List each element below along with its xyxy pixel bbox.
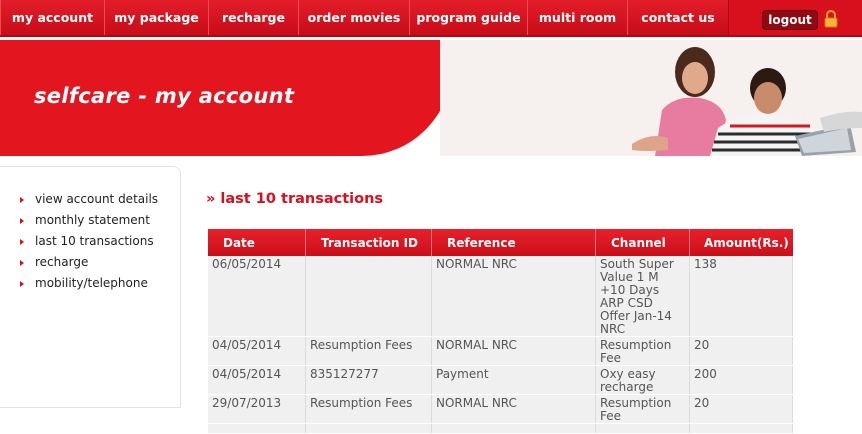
cell-date: 29/07/2013: [208, 394, 306, 424]
cell-amount: 20: [689, 394, 794, 424]
column-header-reference: Reference: [431, 229, 596, 256]
cell-transaction-id: [305, 423, 432, 434]
column-header-transaction-id: Transaction ID: [305, 229, 432, 256]
bullet-icon: [20, 217, 24, 224]
nav-multi-room[interactable]: multi room: [527, 0, 628, 35]
column-header-date: Date: [208, 229, 306, 256]
cell-date: 04/05/2014: [208, 336, 306, 366]
cell-channel: Resumption Fee: [595, 394, 690, 424]
cell-channel: Resumption Fee: [595, 336, 690, 366]
sidebar-item-mobility-telephone[interactable]: mobility/telephone: [20, 273, 148, 293]
sidebar-item-label: recharge: [35, 255, 89, 269]
cell-transaction-id: 835127277: [305, 365, 432, 395]
sidebar-item-label: mobility/telephone: [35, 276, 148, 290]
nav-my-account[interactable]: my account: [0, 0, 105, 35]
nav-my-package[interactable]: my package: [104, 0, 209, 35]
lock-icon: [824, 10, 838, 28]
banner-photo-illustration: [440, 40, 862, 156]
cell-transaction-id: Resumption Fees: [305, 394, 432, 424]
cell-transaction-id: Resumption Fees: [305, 336, 432, 366]
bullet-icon: [20, 259, 24, 266]
cell-reference: NORMAL NRC: [431, 256, 596, 337]
cell-date: [208, 423, 306, 434]
table-header-row: Date Transaction ID Reference Channel Am…: [208, 229, 793, 256]
sidebar-item-recharge[interactable]: recharge: [20, 252, 88, 272]
sidebar-item-label: view account details: [35, 192, 159, 206]
cell-reference: Payment: [431, 365, 596, 395]
cell-channel: Oxy easy recharge: [595, 365, 690, 395]
bullet-icon: [20, 280, 24, 287]
transactions-table: Date Transaction ID Reference Channel Am…: [208, 229, 794, 434]
page-title: selfcare - my account: [34, 84, 295, 108]
cell-amount: 20: [689, 336, 794, 366]
cell-amount: [689, 423, 794, 434]
page-banner: selfcare - my account: [0, 40, 862, 156]
table-row: [208, 423, 794, 434]
cell-amount: 200: [689, 365, 794, 395]
logout-button[interactable]: logout: [762, 10, 818, 30]
nav-order-movies[interactable]: order movies: [298, 0, 410, 35]
table-row: 04/05/2014 Resumption Fees NORMAL NRC Re…: [208, 336, 794, 366]
sidebar-item-label: monthly statement: [35, 213, 150, 227]
nav-recharge[interactable]: recharge: [208, 0, 299, 35]
nav-contact-us[interactable]: contact us: [627, 0, 729, 35]
sidebar: view account details monthly statement l…: [0, 166, 181, 408]
cell-date: 06/05/2014: [208, 256, 306, 337]
column-header-amount: Amount(Rs.): [689, 229, 793, 256]
cell-date: 04/05/2014: [208, 365, 306, 395]
sidebar-item-view-account-details[interactable]: view account details: [20, 189, 158, 209]
bullet-icon: [20, 196, 24, 203]
cell-amount: 138: [689, 256, 794, 337]
bullet-icon: [20, 238, 24, 245]
cell-reference: NORMAL NRC: [431, 336, 596, 366]
table-row: 29/07/2013 Resumption Fees NORMAL NRC Re…: [208, 394, 794, 424]
cell-channel: [595, 423, 690, 434]
table-row: 06/05/2014 NORMAL NRC South Super Value …: [208, 256, 794, 337]
cell-channel: South Super Value 1 M +10 Days ARP CSD O…: [595, 256, 690, 337]
table-row: 04/05/2014 835127277 Payment Oxy easy re…: [208, 365, 794, 395]
sidebar-item-last-10-transactions[interactable]: last 10 transactions: [20, 231, 154, 251]
cell-transaction-id: [305, 256, 432, 337]
nav-program-guide[interactable]: program guide: [409, 0, 528, 35]
sidebar-item-monthly-statement[interactable]: monthly statement: [20, 210, 150, 230]
column-header-channel: Channel: [595, 229, 690, 256]
sidebar-item-label: last 10 transactions: [35, 234, 154, 248]
top-nav: my account my package recharge order mov…: [0, 0, 862, 37]
section-title: » last 10 transactions: [206, 191, 384, 207]
cell-reference: NORMAL NRC: [431, 394, 596, 424]
cell-reference: [431, 423, 596, 434]
